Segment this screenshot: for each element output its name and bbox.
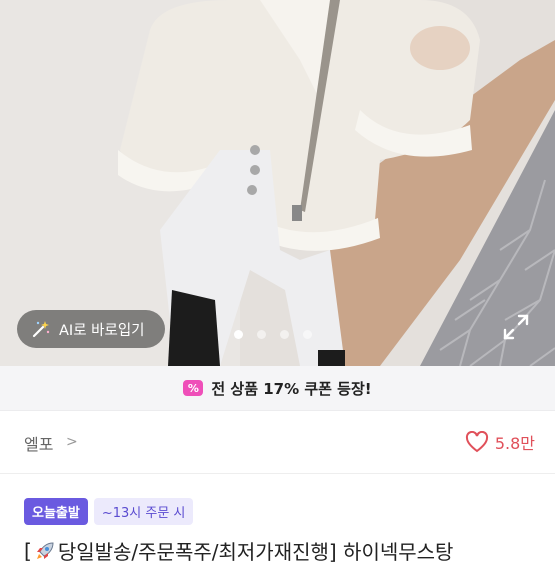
like-count: 5.8만: [494, 434, 535, 453]
shop-name[interactable]: 엘포: [24, 431, 53, 455]
carousel-indicator: [234, 330, 312, 339]
product-image-carousel[interactable]: AI로 바로입기: [0, 0, 555, 366]
carousel-dot[interactable]: [280, 330, 289, 339]
shop-row[interactable]: 엘포 > 5.8만: [0, 411, 555, 474]
carousel-dot[interactable]: [234, 330, 243, 339]
heart-icon: [465, 431, 488, 453]
carousel-dot[interactable]: [303, 330, 312, 339]
magic-wand-icon: [32, 321, 50, 338]
product-title: [ 당일발송/주문폭주/최저가재진행] 하이넥무스탕: [24, 536, 544, 565]
carousel-dot[interactable]: [257, 330, 266, 339]
fullscreen-expand-icon[interactable]: [502, 313, 530, 341]
coupon-text: 전 상품 17% 쿠폰 등장!: [211, 379, 372, 398]
same-day-badge: 오늘출발: [24, 498, 88, 525]
coupon-ticket-icon: %: [183, 380, 204, 396]
order-cutoff-badge: ~13시 주문 시: [93, 498, 194, 525]
rocket-icon: [36, 541, 54, 559]
like-button[interactable]: 5.8만: [465, 430, 535, 454]
title-text: 당일발송/주문폭주/최저가재진행] 하이넥무스탕: [57, 540, 454, 564]
coupon-banner[interactable]: % 전 상품 17% 쿠폰 등장!: [0, 366, 555, 411]
title-bracket: [: [24, 538, 32, 563]
delivery-badges: 오늘출발 ~13시 주문 시: [24, 498, 194, 525]
chevron-right-icon: >: [66, 434, 78, 450]
ai-try-on-button[interactable]: AI로 바로입기: [17, 310, 165, 348]
ai-try-on-label: AI로 바로입기: [59, 322, 145, 339]
